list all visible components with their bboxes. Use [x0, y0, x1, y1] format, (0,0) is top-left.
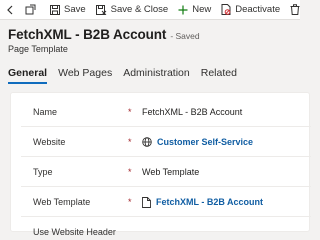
tab-web-pages[interactable]: Web Pages	[58, 67, 112, 84]
save-and-close-icon	[95, 4, 107, 15]
required-indicator: *	[128, 107, 132, 117]
name-input[interactable]: FetchXML - B2B Account	[142, 107, 242, 117]
field-label: Web Template	[33, 197, 91, 207]
new-label: New	[192, 4, 212, 15]
web-template-lookup-value[interactable]: FetchXML - B2B Account	[142, 196, 264, 208]
required-indicator: *	[128, 137, 132, 147]
save-and-close-button[interactable]: Save & Close	[91, 0, 174, 20]
field-website: Website * Customer Self-Service	[11, 127, 311, 157]
record-header: FetchXML - B2B Account - Saved Page Temp…	[8, 27, 200, 54]
field-type: Type * Web Template	[11, 157, 311, 187]
open-in-new-window-button[interactable]	[20, 0, 41, 20]
title-row: FetchXML - B2B Account - Saved	[8, 27, 200, 42]
plus-icon	[178, 5, 188, 14]
field-name: Name * FetchXML - B2B Account	[11, 97, 311, 127]
field-label: Type	[33, 167, 53, 177]
required-indicator: *	[128, 197, 132, 207]
website-lookup-value[interactable]: Customer Self-Service	[142, 137, 253, 147]
entity-type-label: Page Template	[8, 44, 68, 54]
deactivate-icon	[221, 4, 231, 15]
required-indicator: *	[128, 167, 132, 177]
trash-icon	[290, 4, 300, 15]
record-title: FetchXML - B2B Account	[8, 27, 167, 42]
field-use-website-header: Use Website Header	[11, 217, 311, 240]
save-label: Save	[64, 4, 86, 15]
save-button[interactable]: Save	[45, 0, 91, 20]
open-in-new-window-icon	[25, 4, 36, 15]
general-form-section: Name * FetchXML - B2B Account Website * …	[10, 92, 311, 237]
field-label: Website	[33, 137, 66, 147]
field-label: Use Website Header	[33, 227, 116, 237]
field-label: Name	[33, 107, 58, 117]
form-tabs: General Web Pages Administration Related	[8, 67, 248, 84]
delete-button[interactable]	[285, 0, 305, 20]
command-bar: Save Save & Close New Deactivate	[0, 0, 300, 20]
tab-administration[interactable]: Administration	[123, 67, 190, 84]
deactivate-label: Deactivate	[235, 4, 281, 15]
back-icon	[7, 5, 13, 14]
type-select[interactable]: Web Template	[142, 167, 199, 177]
globe-icon	[142, 137, 152, 147]
tab-general[interactable]: General	[8, 67, 48, 84]
save-and-close-label: Save & Close	[110, 4, 169, 15]
back-button[interactable]	[0, 0, 20, 20]
deactivate-button[interactable]: Deactivate	[216, 0, 285, 20]
field-web-template: Web Template * FetchXML - B2B Account	[11, 187, 311, 217]
web-template-lookup-text: FetchXML - B2B Account	[156, 197, 264, 207]
website-lookup-text: Customer Self-Service	[157, 137, 254, 147]
new-button[interactable]: New	[173, 0, 216, 20]
tab-related[interactable]: Related	[201, 67, 237, 84]
save-icon	[50, 4, 60, 15]
document-icon	[142, 196, 151, 208]
save-status: - Saved	[170, 31, 200, 41]
